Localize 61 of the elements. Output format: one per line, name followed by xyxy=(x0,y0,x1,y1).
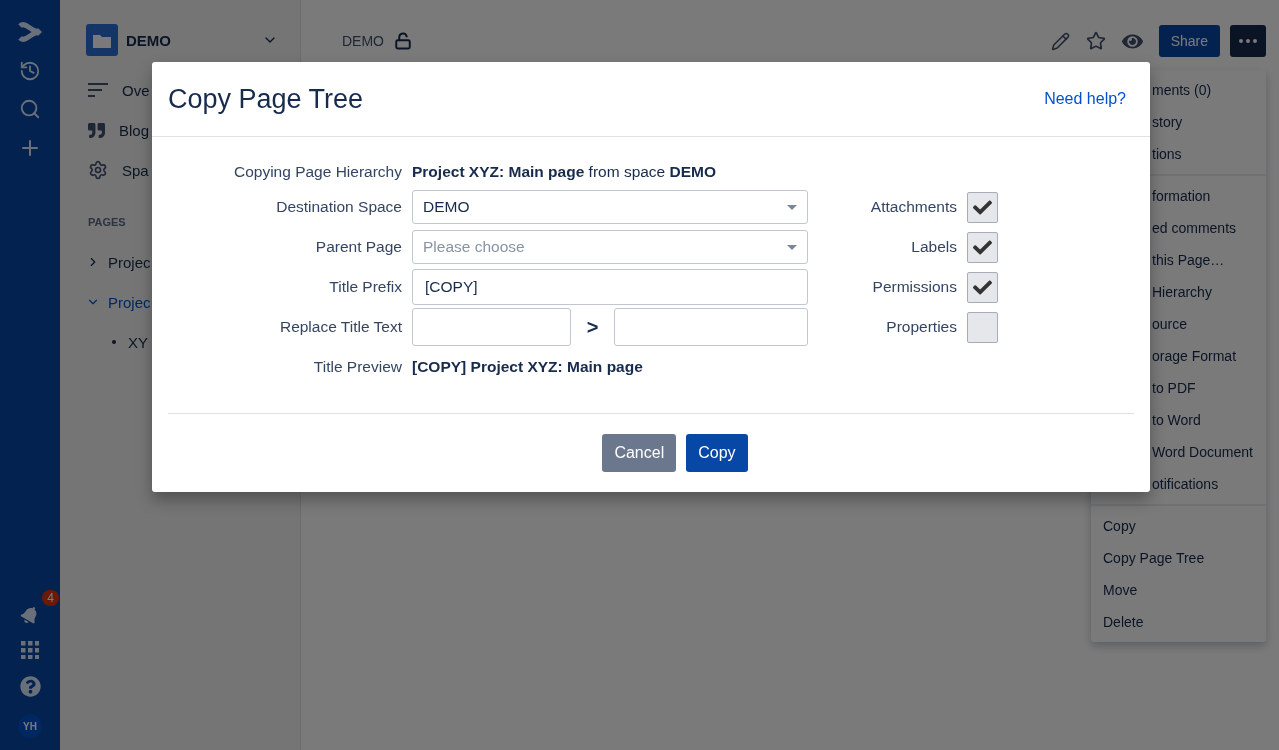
checkbox[interactable] xyxy=(967,271,998,303)
field-label: Copying Page Hierarchy xyxy=(233,163,402,181)
sidebar-item[interactable]: Spa xyxy=(122,161,149,179)
checkbox[interactable] xyxy=(967,311,998,343)
menu-item[interactable]: Copy Page Tree xyxy=(1091,542,1266,574)
help-icon[interactable] xyxy=(19,676,41,697)
input-field[interactable] xyxy=(412,308,571,346)
title-preview: [COPY] Project XYZ: Main page xyxy=(412,358,643,376)
sidebar-item[interactable]: Ove xyxy=(122,81,150,99)
dialog-title: Copy Page Tree xyxy=(168,83,364,115)
checkbox[interactable] xyxy=(967,191,998,223)
history-icon[interactable] xyxy=(19,60,41,82)
copy-description: Project XYZ: Main page from space DEMO xyxy=(412,163,717,181)
section-title: PAGES xyxy=(88,216,127,228)
input-field[interactable] xyxy=(614,308,808,346)
select-field[interactable]: Please choose xyxy=(412,230,808,264)
copy-button[interactable]: Copy xyxy=(686,434,748,472)
caret-icon xyxy=(787,204,797,210)
menu-item[interactable]: Copy xyxy=(1091,510,1266,542)
help-link[interactable]: Need help? xyxy=(1044,90,1126,108)
space-icon xyxy=(86,24,118,56)
star-icon[interactable] xyxy=(1085,31,1106,51)
page-link[interactable]: Projec xyxy=(108,293,151,311)
edit-icon[interactable] xyxy=(1050,31,1070,51)
caret-icon xyxy=(787,244,797,250)
settings-icon xyxy=(88,160,108,180)
field-label: Title Prefix xyxy=(328,278,402,296)
field-label: Replace Title Text xyxy=(278,318,402,336)
option-label: Permissions xyxy=(871,278,957,296)
field-label: Parent Page xyxy=(314,238,402,256)
check-icon xyxy=(973,237,992,257)
check-icon xyxy=(973,277,992,297)
lines-icon xyxy=(88,82,108,98)
menu-item[interactable]: Move xyxy=(1091,574,1266,606)
menu-item[interactable]: Delete xyxy=(1091,606,1266,638)
input-field[interactable]: [COPY] xyxy=(412,269,808,305)
checkbox[interactable] xyxy=(967,231,998,263)
select-field[interactable]: DEMO xyxy=(412,190,808,224)
page-link[interactable]: XY xyxy=(128,333,148,351)
page-link[interactable]: Projec xyxy=(108,253,151,271)
search-icon[interactable] xyxy=(19,98,41,120)
field-label: Destination Space xyxy=(275,198,402,216)
check-icon xyxy=(973,197,992,217)
cancel-button[interactable]: Cancel xyxy=(602,434,677,472)
sidebar-item[interactable]: Blog xyxy=(119,121,150,139)
notification-badge: 4 xyxy=(42,590,59,606)
field-label: Title Preview xyxy=(312,358,402,376)
breadcrumb-link[interactable]: DEMO xyxy=(342,33,384,49)
option-label: Attachments xyxy=(869,198,957,216)
share-button[interactable]: Share xyxy=(1158,25,1220,57)
bullet-icon xyxy=(112,340,116,344)
user-avatar[interactable]: YH xyxy=(18,714,42,738)
option-label: Labels xyxy=(910,238,957,256)
more-button[interactable] xyxy=(1230,25,1266,57)
space-name: DEMO xyxy=(126,31,172,49)
quote-icon xyxy=(88,121,105,139)
separator-text: > xyxy=(586,315,599,339)
apps-icon[interactable] xyxy=(21,641,39,659)
logo-icon[interactable] xyxy=(18,20,42,44)
option-label: Properties xyxy=(885,318,957,336)
unlocked-icon[interactable] xyxy=(394,32,412,50)
